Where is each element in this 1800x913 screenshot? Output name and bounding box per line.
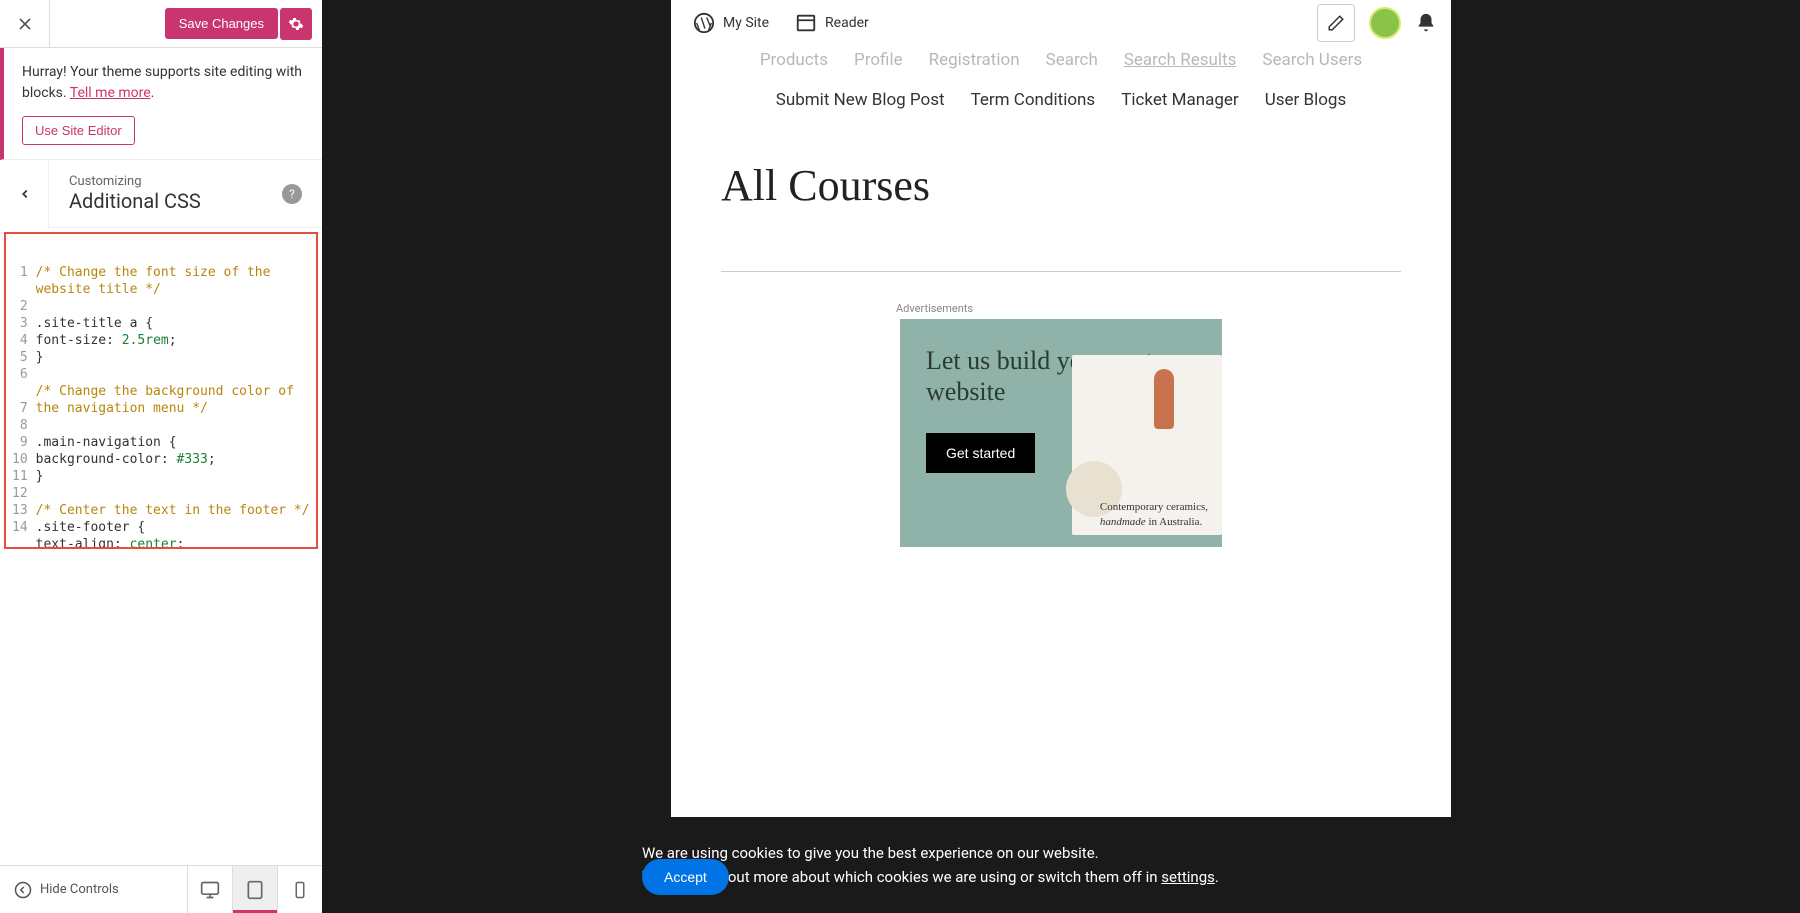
wordpress-icon bbox=[693, 12, 715, 34]
settings-button[interactable] bbox=[280, 8, 312, 40]
chevron-left-icon bbox=[18, 187, 32, 201]
tell-me-more-link[interactable]: Tell me more bbox=[70, 85, 151, 101]
chevron-left-circle-icon bbox=[14, 881, 32, 899]
section-title: Additional CSS bbox=[69, 189, 282, 213]
code-content[interactable]: /* Change the font size of the website t… bbox=[34, 234, 316, 547]
nav-user-blogs[interactable]: User Blogs bbox=[1265, 90, 1347, 110]
reader-link[interactable]: Reader bbox=[787, 6, 877, 40]
nav-ticket-manager[interactable]: Ticket Manager bbox=[1121, 90, 1238, 110]
nav-search-results[interactable]: Search Results bbox=[1124, 50, 1237, 70]
css-editor[interactable]: 1 2 3 4 5 6 7 8 9 10 11 12 13 14 /* Chan… bbox=[4, 232, 318, 549]
use-site-editor-button[interactable]: Use Site Editor bbox=[22, 116, 135, 145]
close-icon bbox=[15, 14, 35, 34]
close-button[interactable] bbox=[0, 0, 50, 48]
site-navigation: Products Profile Registration Search Sea… bbox=[671, 46, 1451, 130]
hide-controls-button[interactable]: Hide Controls bbox=[0, 881, 187, 899]
customizer-panel: Save Changes Hurray! Your theme supports… bbox=[0, 0, 322, 913]
notifications-icon[interactable] bbox=[1415, 12, 1437, 34]
desktop-preview-button[interactable] bbox=[187, 866, 232, 913]
nav-profile[interactable]: Profile bbox=[854, 50, 903, 70]
pencil-icon bbox=[1327, 14, 1345, 32]
cookie-banner: We are using cookies to give you the bes… bbox=[322, 817, 1547, 913]
section-subtitle: Customizing bbox=[69, 174, 282, 189]
ad-caption: Contemporary ceramics, handmade in Austr… bbox=[1100, 500, 1208, 529]
reader-icon bbox=[795, 12, 817, 34]
nav-search-users[interactable]: Search Users bbox=[1262, 50, 1362, 70]
write-button[interactable] bbox=[1317, 4, 1355, 42]
preview-area: My Site Reader Products Profile Registra… bbox=[322, 0, 1800, 913]
nav-submit-post[interactable]: Submit New Blog Post bbox=[776, 90, 945, 110]
nav-search[interactable]: Search bbox=[1046, 50, 1098, 70]
my-site-link[interactable]: My Site bbox=[685, 6, 777, 40]
page-title: All Courses bbox=[721, 160, 1401, 211]
advertisement[interactable]: Let us build your custom website Get sta… bbox=[900, 319, 1222, 547]
nav-registration[interactable]: Registration bbox=[929, 50, 1020, 70]
save-changes-button[interactable]: Save Changes bbox=[165, 8, 278, 39]
section-header: Customizing Additional CSS ? bbox=[48, 160, 322, 228]
cookie-accept-button[interactable]: Accept bbox=[642, 859, 729, 895]
wp-admin-bar: My Site Reader bbox=[671, 0, 1451, 46]
cookie-text: We are using cookies to give you the bes… bbox=[642, 841, 1219, 889]
cookie-settings-link[interactable]: settings bbox=[1161, 868, 1215, 886]
line-numbers: 1 2 3 4 5 6 7 8 9 10 11 12 13 14 bbox=[6, 234, 34, 547]
back-button[interactable] bbox=[1, 160, 49, 227]
preview-frame: My Site Reader Products Profile Registra… bbox=[671, 0, 1451, 913]
theme-notice: Hurray! Your theme supports site editing… bbox=[0, 48, 322, 160]
mobile-preview-button[interactable] bbox=[277, 866, 322, 913]
gear-icon bbox=[288, 16, 304, 32]
ads-label: Advertisements bbox=[846, 302, 1451, 315]
content-divider bbox=[721, 271, 1401, 272]
tablet-preview-button[interactable] bbox=[232, 866, 277, 913]
user-avatar[interactable] bbox=[1369, 7, 1401, 39]
nav-products[interactable]: Products bbox=[760, 50, 828, 70]
notice-text: Hurray! Your theme supports site editing… bbox=[22, 62, 304, 104]
panel-header: Save Changes bbox=[0, 0, 322, 48]
nav-term-conditions[interactable]: Term Conditions bbox=[971, 90, 1096, 110]
help-button[interactable]: ? bbox=[282, 184, 302, 204]
mobile-icon bbox=[291, 881, 309, 899]
ad-vase-decoration bbox=[1154, 369, 1174, 429]
ad-cta-button[interactable]: Get started bbox=[926, 433, 1035, 473]
panel-footer: Hide Controls bbox=[0, 865, 322, 913]
tablet-icon bbox=[245, 880, 265, 900]
desktop-icon bbox=[200, 880, 220, 900]
